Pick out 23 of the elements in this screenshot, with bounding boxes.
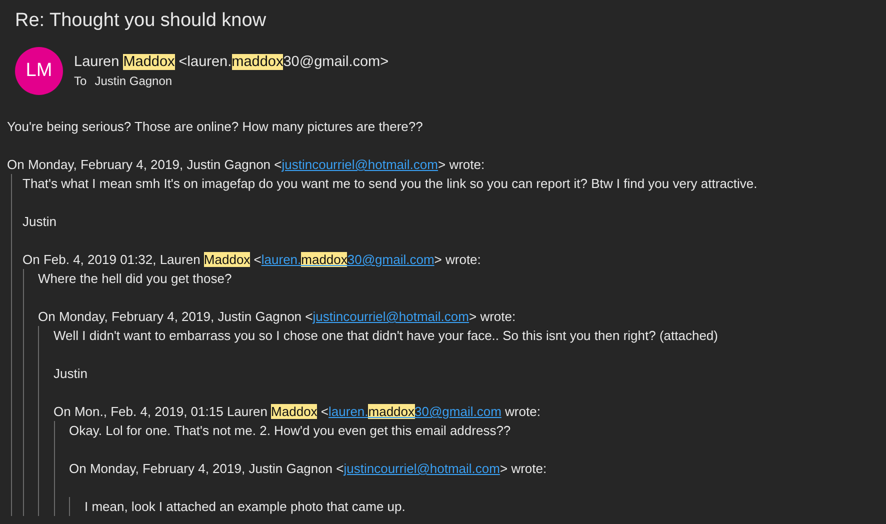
message-text: Okay. Lol for one. That's not me. 2. How'd you even get this email address??: [69, 422, 511, 440]
email-subject: Re: Thought you should know: [14, 9, 268, 33]
email-link[interactable]: justincourriel@hotmail.com: [282, 157, 438, 172]
email-link[interactable]: justincourriel@hotmail.com: [344, 461, 500, 476]
message-text: That's what I mean smh It's on imagefap do you want me to send you the link so you can report it? Btw I find you very attractive.: [22, 175, 758, 193]
sender-avatar: LM: [15, 47, 63, 95]
email-link[interactable]: justincourriel@hotmail.com: [312, 309, 469, 324]
message-text: Justin: [22, 213, 56, 231]
quote-attribution: On Monday, February 4, 2019, Justin Gagnon <justincourriel@hotmail.com> wrote:: [38, 308, 516, 326]
message-text: Justin: [54, 365, 88, 383]
quote-attribution: On Feb. 4, 2019 01:32, Lauren Maddox <lauren.maddox30@gmail.com> wrote:: [22, 251, 481, 269]
email-link[interactable]: lauren.maddox30@gmail.com: [261, 252, 434, 267]
to-label: To: [74, 74, 87, 88]
email-link[interactable]: lauren.maddox30@gmail.com: [328, 404, 502, 419]
quote-attribution: On Mon., Feb. 4, 2019, 01:15 Lauren Maddox <lauren.maddox30@gmail.com wrote:: [54, 403, 540, 421]
message-text: You're being serious? Those are online? How many pictures are there??: [7, 118, 423, 136]
message-text: I mean, look I attached an example photo that came up.: [84, 498, 406, 516]
sender-name: Lauren Maddox <lauren.maddox30@gmail.com>: [74, 54, 389, 70]
quote-attribution: On Monday, February 4, 2019, Justin Gagnon <justincourriel@hotmail.com> wrote:: [69, 460, 547, 478]
message-text: Well I didn't want to embarrass you so I chose one that didn't have your face.. So this isnt you then right? (attached): [54, 327, 718, 345]
message-text: Where the hell did you get those?: [38, 270, 232, 288]
recipient-name: Justin Gagnon: [94, 74, 172, 88]
quote-attribution: On Monday, February 4, 2019, Justin Gagnon <justincourriel@hotmail.com> wrote:: [7, 156, 485, 174]
